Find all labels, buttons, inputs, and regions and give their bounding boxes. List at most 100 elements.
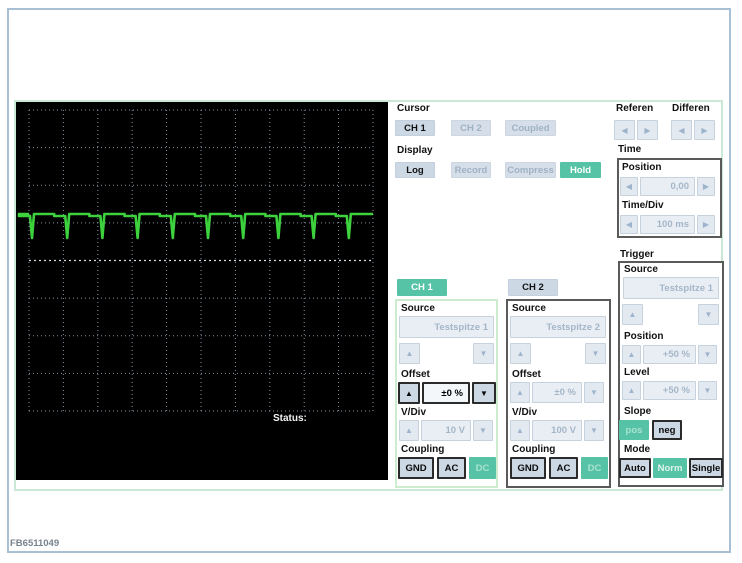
trigger-source-label: Source xyxy=(624,264,658,275)
display-record-button[interactable]: Record xyxy=(451,162,491,178)
ch2-coupling-gnd-button[interactable]: GND xyxy=(510,457,546,479)
trigger-position-up-button[interactable]: ▲ xyxy=(622,345,641,364)
ch1-source-up-button[interactable]: ▲ xyxy=(399,343,420,364)
cursor-ch2-button[interactable]: CH 2 xyxy=(451,120,491,136)
left-arrow-icon: ◀ xyxy=(625,182,633,191)
scope-display xyxy=(16,102,388,480)
oscilloscope-app: Status: Cursor CH 1 CH 2 Coupled Display… xyxy=(0,0,742,563)
ch1-source-value: Testspitze 1 xyxy=(399,316,494,338)
cursor-section-title: Cursor xyxy=(397,103,430,114)
time-position-value: 0,00 xyxy=(640,177,695,196)
display-log-button[interactable]: Log xyxy=(395,162,435,178)
trigger-level-label: Level xyxy=(624,367,650,378)
time-position-label: Position xyxy=(622,162,662,173)
up-arrow-icon: ▲ xyxy=(516,349,525,358)
ch1-offset-label: Offset xyxy=(401,369,430,380)
ch2-offset-value: ±0 % xyxy=(532,382,582,403)
ch1-vdiv-up-button[interactable]: ▲ xyxy=(399,420,419,441)
trigger-slope-pos-button[interactable]: pos xyxy=(619,420,649,440)
ch2-vdiv-down-button[interactable]: ▼ xyxy=(584,420,604,441)
referen-next-button[interactable]: ▶ xyxy=(637,120,658,140)
time-div-decrement-button[interactable]: ◀ xyxy=(620,215,638,234)
trigger-level-value: +50 % xyxy=(643,381,696,400)
up-arrow-icon: ▲ xyxy=(516,426,524,435)
up-arrow-icon: ▲ xyxy=(405,388,413,398)
up-arrow-icon: ▲ xyxy=(628,310,637,319)
trigger-slope-neg-button[interactable]: neg xyxy=(652,420,682,440)
ch1-tab[interactable]: CH 1 xyxy=(397,279,447,296)
down-arrow-icon: ▼ xyxy=(703,386,712,395)
ch1-source-label: Source xyxy=(401,303,435,314)
trigger-mode-label: Mode xyxy=(624,444,651,455)
differen-next-button[interactable]: ▶ xyxy=(694,120,715,140)
trigger-position-label: Position xyxy=(624,331,664,342)
trigger-source-value: Testspitze 1 xyxy=(623,277,719,299)
ch2-offset-down-button[interactable]: ▼ xyxy=(584,382,604,403)
time-div-value: 100 ms xyxy=(640,215,695,234)
right-arrow-icon: ▶ xyxy=(644,125,651,135)
right-arrow-icon: ▶ xyxy=(702,220,710,229)
trigger-mode-auto-button[interactable]: Auto xyxy=(619,458,651,478)
ch2-source-value: Testspitze 2 xyxy=(510,316,606,338)
cursor-coupled-button[interactable]: Coupled xyxy=(505,120,556,136)
ch2-coupling-ac-button[interactable]: AC xyxy=(549,457,578,479)
time-section-title: Time xyxy=(618,144,642,155)
differen-label: Differen xyxy=(672,103,710,114)
ch2-offset-up-button[interactable]: ▲ xyxy=(510,382,530,403)
up-arrow-icon: ▲ xyxy=(405,426,413,435)
ch1-vdiv-value: 10 V xyxy=(421,420,471,441)
right-arrow-icon: ▶ xyxy=(701,125,708,135)
trigger-position-value: +50 % xyxy=(643,345,696,364)
ch2-offset-label: Offset xyxy=(512,369,541,380)
down-arrow-icon: ▼ xyxy=(480,388,488,398)
waveform-trace xyxy=(17,212,373,240)
ch1-coupling-ac-button[interactable]: AC xyxy=(437,457,466,479)
left-arrow-icon: ◀ xyxy=(678,125,685,135)
display-section-title: Display xyxy=(397,145,433,156)
referen-prev-button[interactable]: ◀ xyxy=(614,120,635,140)
time-div-increment-button[interactable]: ▶ xyxy=(697,215,715,234)
time-position-increment-button[interactable]: ▶ xyxy=(697,177,715,196)
ch1-vdiv-label: V/Div xyxy=(401,407,427,418)
up-arrow-icon: ▲ xyxy=(627,386,636,395)
trigger-mode-norm-button[interactable]: Norm xyxy=(653,458,687,478)
cursor-ch1-button[interactable]: CH 1 xyxy=(395,120,435,136)
status-label: Status: xyxy=(273,413,307,424)
ch1-coupling-dc-button[interactable]: DC xyxy=(469,457,496,479)
ch2-source-down-button[interactable]: ▼ xyxy=(585,343,606,364)
ch2-coupling-dc-button[interactable]: DC xyxy=(581,457,608,479)
ch1-coupling-label: Coupling xyxy=(401,444,445,455)
scope-grid-and-waveform xyxy=(17,109,374,412)
up-arrow-icon: ▲ xyxy=(516,388,524,397)
referen-label: Referen xyxy=(616,103,654,114)
left-arrow-icon: ◀ xyxy=(621,125,628,135)
trigger-source-up-button[interactable]: ▲ xyxy=(622,304,643,325)
ch2-tab[interactable]: CH 2 xyxy=(508,279,558,296)
ch2-vdiv-up-button[interactable]: ▲ xyxy=(510,420,530,441)
down-arrow-icon: ▼ xyxy=(703,350,712,359)
ch1-offset-down-button[interactable]: ▼ xyxy=(472,382,496,404)
trigger-slope-label: Slope xyxy=(624,406,652,417)
trigger-level-up-button[interactable]: ▲ xyxy=(622,381,641,400)
display-hold-button[interactable]: Hold xyxy=(560,162,601,178)
ch1-offset-up-button[interactable]: ▲ xyxy=(398,382,420,404)
trigger-level-down-button[interactable]: ▼ xyxy=(698,381,717,400)
down-arrow-icon: ▼ xyxy=(591,349,600,358)
ch2-source-up-button[interactable]: ▲ xyxy=(510,343,531,364)
display-compress-button[interactable]: Compress xyxy=(505,162,556,178)
right-arrow-icon: ▶ xyxy=(702,182,710,191)
trigger-position-down-button[interactable]: ▼ xyxy=(698,345,717,364)
time-div-label: Time/Div xyxy=(622,200,664,211)
ch1-source-down-button[interactable]: ▼ xyxy=(473,343,494,364)
ch1-coupling-gnd-button[interactable]: GND xyxy=(398,457,434,479)
trigger-mode-single-button[interactable]: Single xyxy=(689,458,723,478)
differen-prev-button[interactable]: ◀ xyxy=(671,120,692,140)
time-position-decrement-button[interactable]: ◀ xyxy=(620,177,638,196)
down-arrow-icon: ▼ xyxy=(590,426,598,435)
ch2-coupling-label: Coupling xyxy=(512,444,556,455)
down-arrow-icon: ▼ xyxy=(479,426,487,435)
trigger-source-down-button[interactable]: ▼ xyxy=(698,304,719,325)
left-arrow-icon: ◀ xyxy=(625,220,633,229)
ch1-offset-value: ±0 % xyxy=(422,382,470,404)
ch1-vdiv-down-button[interactable]: ▼ xyxy=(473,420,493,441)
